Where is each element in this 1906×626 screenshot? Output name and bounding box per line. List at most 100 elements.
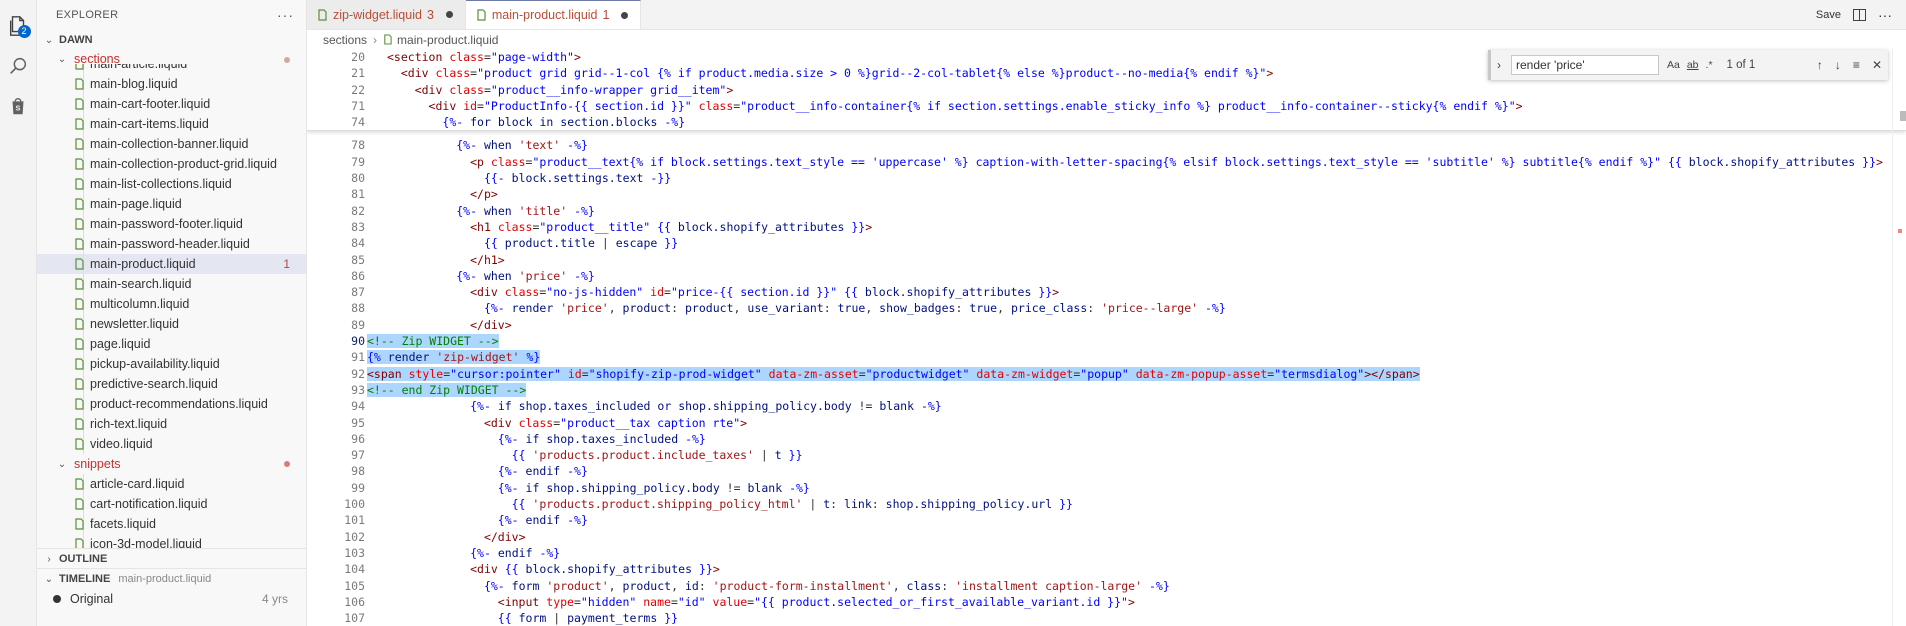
code-line[interactable]: 83 <h1 class="product__title" {{ block.s… bbox=[307, 219, 1906, 235]
find-input[interactable]: render 'price' bbox=[1511, 55, 1659, 75]
file-item[interactable]: main-password-footer.liquid bbox=[37, 214, 306, 234]
line-number: 20 bbox=[351, 50, 365, 64]
split-editor-icon[interactable] bbox=[1853, 8, 1866, 21]
vertical-scrollbar[interactable] bbox=[1892, 49, 1906, 626]
file-item[interactable]: page.liquid bbox=[37, 334, 306, 354]
more-actions-icon[interactable]: ··· bbox=[277, 7, 294, 23]
previous-match-icon[interactable]: ↑ bbox=[1817, 58, 1823, 72]
code-line[interactable]: 96 {%- if shop.taxes_included -%} bbox=[307, 431, 1906, 447]
file-item[interactable]: main-list-collections.liquid bbox=[37, 174, 306, 194]
shopify-icon[interactable]: S bbox=[0, 86, 37, 126]
scrollbar-thumb[interactable] bbox=[1900, 111, 1906, 121]
close-icon[interactable]: ✕ bbox=[1872, 58, 1882, 72]
liquid-file-icon bbox=[75, 158, 84, 170]
file-item[interactable]: main-cart-footer.liquid bbox=[37, 94, 306, 114]
file-item[interactable]: predictive-search.liquid bbox=[37, 374, 306, 394]
code-line[interactable]: 94 {%- if shop.taxes_included or shop.sh… bbox=[307, 398, 1906, 414]
liquid-file-icon bbox=[75, 78, 84, 90]
file-item[interactable]: main-search.liquid bbox=[37, 274, 306, 294]
folder-snippets[interactable]: ⌄ snippets bbox=[37, 454, 306, 474]
whole-word-icon[interactable]: ab bbox=[1687, 59, 1699, 71]
find-in-selection-icon[interactable]: ≡ bbox=[1853, 58, 1860, 72]
code-line[interactable]: 81 </p> bbox=[307, 186, 1906, 202]
code-line[interactable]: 102 </div> bbox=[307, 529, 1906, 545]
tab-zip-widget[interactable]: zip-widget.liquid 3 bbox=[307, 0, 466, 29]
file-item[interactable]: main-collection-product-grid.liquid bbox=[37, 154, 306, 174]
file-item[interactable]: cart-notification.liquid bbox=[37, 494, 306, 514]
search-icon[interactable] bbox=[0, 46, 37, 86]
regex-icon[interactable]: .* bbox=[1706, 59, 1713, 71]
code-line[interactable]: 99 {%- if shop.shipping_policy.body != b… bbox=[307, 480, 1906, 496]
code-editor[interactable]: 20 <section class="page-width"> 21 <div cl… bbox=[307, 49, 1906, 626]
breadcrumb-folder[interactable]: sections bbox=[323, 33, 367, 47]
more-actions-icon[interactable]: ··· bbox=[1878, 7, 1892, 23]
file-item[interactable]: video.liquid bbox=[37, 434, 306, 454]
sticky-line[interactable]: 74 {%- for block in section.blocks -%} bbox=[307, 114, 1906, 130]
code-line[interactable]: 90 <!-- Zip WIDGET --> bbox=[307, 333, 1906, 349]
file-item[interactable]: main-product.liquid 1 bbox=[37, 254, 306, 274]
file-item[interactable]: rich-text.liquid bbox=[37, 414, 306, 434]
outline-panel[interactable]: › OUTLINE bbox=[37, 548, 306, 569]
line-number: 82 bbox=[351, 203, 365, 218]
file-item[interactable]: main-password-header.liquid bbox=[37, 234, 306, 254]
code-line[interactable]: 84 {{ product.title | escape }} bbox=[307, 235, 1906, 251]
workspace-row[interactable]: ⌄ DAWN bbox=[37, 30, 306, 50]
code-line[interactable]: 95 <div class="product__tax caption rte"… bbox=[307, 415, 1906, 431]
code-line[interactable]: 103 {%- endif -%} bbox=[307, 545, 1906, 561]
file-item[interactable]: main-cart-items.liquid bbox=[37, 114, 306, 134]
code-line[interactable]: 91 {% render 'zip-widget' %} bbox=[307, 349, 1906, 365]
tab-main-product[interactable]: main-product.liquid 1 bbox=[465, 0, 642, 29]
file-item[interactable]: multicolumn.liquid bbox=[37, 294, 306, 314]
file-item[interactable]: newsletter.liquid bbox=[37, 314, 306, 334]
file-label: rich-text.liquid bbox=[90, 417, 168, 431]
code-line[interactable]: 87 <div class="no-js-hidden" id="price-{… bbox=[307, 284, 1906, 300]
file-item[interactable]: main-page.liquid bbox=[37, 194, 306, 214]
code-line[interactable]: 80 {{- block.settings.text -}} bbox=[307, 170, 1906, 186]
timeline-panel[interactable]: ⌄ TIMELINE main-product.liquid Original … bbox=[37, 568, 306, 609]
file-item[interactable]: main-collection-banner.liquid bbox=[37, 134, 306, 154]
code-line[interactable]: 86 {%- when 'price' -%} bbox=[307, 268, 1906, 284]
save-button[interactable]: Save bbox=[1816, 9, 1841, 21]
match-case-icon[interactable]: Aa bbox=[1667, 59, 1680, 71]
next-match-icon[interactable]: ↓ bbox=[1835, 58, 1841, 72]
explorer-icon[interactable]: 2 bbox=[0, 6, 37, 46]
file-tree: main-article.liquid main-blog.liquid main-… bbox=[37, 64, 306, 548]
liquid-file-icon bbox=[384, 34, 392, 45]
code-line[interactable]: 107 {{ form | payment_terms }} bbox=[307, 610, 1906, 626]
breadcrumb-file[interactable]: main-product.liquid bbox=[397, 33, 498, 47]
toggle-replace-icon[interactable]: › bbox=[1497, 58, 1501, 72]
timeline-entry[interactable]: Original 4 yrs bbox=[37, 589, 306, 609]
sticky-line[interactable]: 22 <div class="product__info-wrapper gri… bbox=[307, 82, 1906, 98]
code-line[interactable]: 93 <!-- end Zip WIDGET --> bbox=[307, 382, 1906, 398]
code-line[interactable]: 79 <p class="product__text{% if block.se… bbox=[307, 154, 1906, 170]
file-item[interactable]: icon-3d-model.liquid bbox=[37, 534, 306, 548]
file-item[interactable]: pickup-availability.liquid bbox=[37, 354, 306, 374]
code-line[interactable]: 89 </div> bbox=[307, 317, 1906, 333]
file-item[interactable]: product-recommendations.liquid bbox=[37, 394, 306, 414]
code-line[interactable]: 104 <div {{ block.shopify_attributes }}> bbox=[307, 561, 1906, 577]
code-line[interactable]: 100 {{ 'products.product.shipping_policy… bbox=[307, 496, 1906, 512]
sticky-line[interactable]: 71 <div id="ProductInfo-{{ section.id }}… bbox=[307, 98, 1906, 114]
unsaved-dot-icon[interactable] bbox=[445, 11, 453, 18]
code-line[interactable]: 97 {{ 'products.product.include_taxes' |… bbox=[307, 447, 1906, 463]
code-line[interactable]: 105 {%- form 'product', product, id: 'pr… bbox=[307, 578, 1906, 594]
file-item[interactable]: main-article.liquid bbox=[37, 64, 306, 74]
file-item[interactable]: facets.liquid bbox=[37, 514, 306, 534]
unsaved-dot-icon[interactable] bbox=[621, 11, 629, 19]
file-item[interactable]: main-blog.liquid bbox=[37, 74, 306, 94]
file-label: main-collection-product-grid.liquid bbox=[90, 157, 277, 171]
code-line[interactable]: 101 {%- endif -%} bbox=[307, 512, 1906, 528]
code-line[interactable]: 82 {%- when 'title' -%} bbox=[307, 203, 1906, 219]
line-number: 84 bbox=[351, 236, 365, 251]
code-line[interactable]: 85 </h1> bbox=[307, 252, 1906, 268]
file-item[interactable]: article-card.liquid bbox=[37, 474, 306, 494]
code-text: {%- if shop.taxes_included or shop.shipp… bbox=[470, 399, 942, 414]
tab-bar: zip-widget.liquid 3 main-product.liquid … bbox=[307, 0, 1906, 30]
code-line[interactable]: 106 <input type="hidden" name="id" value… bbox=[307, 594, 1906, 610]
code-line[interactable]: 98 {%- endif -%} bbox=[307, 463, 1906, 479]
code-line[interactable]: 88 {%- render 'price', product: product,… bbox=[307, 300, 1906, 316]
code-line[interactable]: 92 <span style="cursor:pointer" id="shopi… bbox=[307, 366, 1906, 382]
line-number: 71 bbox=[351, 98, 365, 113]
code-line[interactable]: 78 {%- when 'text' -%} bbox=[307, 137, 1906, 153]
line-number: 78 bbox=[351, 138, 365, 153]
